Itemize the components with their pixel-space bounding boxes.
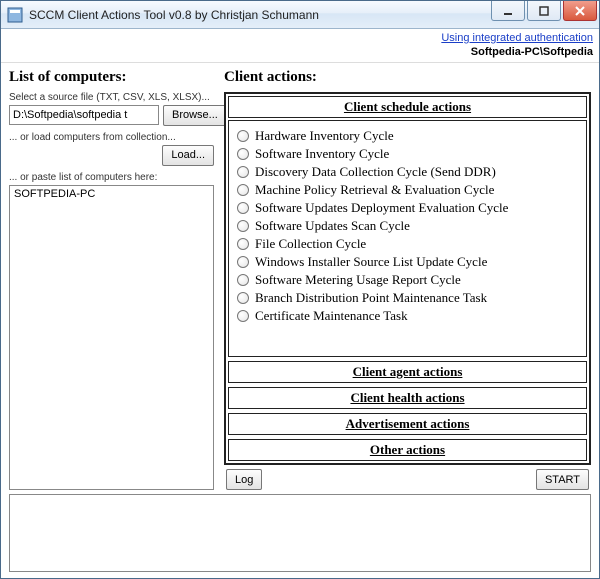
radio-icon bbox=[237, 202, 249, 214]
schedule-option[interactable]: File Collection Cycle bbox=[237, 235, 578, 253]
section-agent-header[interactable]: Client agent actions bbox=[228, 361, 587, 383]
window-buttons bbox=[491, 1, 599, 28]
log-button[interactable]: Log bbox=[226, 469, 262, 490]
actions-frame: Client schedule actions Hardware Invento… bbox=[224, 92, 591, 465]
log-output[interactable] bbox=[9, 494, 591, 572]
app-window: SCCM Client Actions Tool v0.8 by Christj… bbox=[0, 0, 600, 579]
actions-panel: Client actions: Client schedule actions … bbox=[224, 67, 591, 490]
minimize-button[interactable] bbox=[491, 1, 525, 21]
section-health-header[interactable]: Client health actions bbox=[228, 387, 587, 409]
schedule-option[interactable]: Software Metering Usage Report Cycle bbox=[237, 271, 578, 289]
start-button[interactable]: START bbox=[536, 469, 589, 490]
section-other-header[interactable]: Other actions bbox=[228, 439, 587, 461]
source-file-input[interactable] bbox=[9, 105, 159, 125]
close-button[interactable] bbox=[563, 1, 597, 21]
schedule-option-label: Windows Installer Source List Update Cyc… bbox=[255, 254, 487, 270]
schedule-option-label: Branch Distribution Point Maintenance Ta… bbox=[255, 290, 487, 306]
identity-label: Softpedia-PC\Softpedia bbox=[7, 45, 593, 59]
schedule-option[interactable]: Hardware Inventory Cycle bbox=[237, 127, 578, 145]
schedule-option-label: Hardware Inventory Cycle bbox=[255, 128, 394, 144]
browse-button[interactable]: Browse... bbox=[163, 105, 227, 126]
schedule-option[interactable]: Software Inventory Cycle bbox=[237, 145, 578, 163]
window-title: SCCM Client Actions Tool v0.8 by Christj… bbox=[29, 8, 491, 22]
auth-mode-link[interactable]: Using integrated authentication bbox=[441, 32, 593, 44]
maximize-button[interactable] bbox=[527, 1, 561, 21]
paste-label: ... or paste list of computers here: bbox=[9, 172, 214, 183]
schedule-option[interactable]: Machine Policy Retrieval & Evaluation Cy… bbox=[237, 181, 578, 199]
load-button[interactable]: Load... bbox=[162, 145, 214, 166]
source-file-label: Select a source file (TXT, CSV, XLS, XLS… bbox=[9, 92, 214, 103]
radio-icon bbox=[237, 130, 249, 142]
schedule-option-label: Software Updates Deployment Evaluation C… bbox=[255, 200, 508, 216]
section-schedule-body: Hardware Inventory Cycle Software Invento… bbox=[228, 120, 587, 357]
actions-heading: Client actions: bbox=[224, 69, 591, 86]
computers-heading: List of computers: bbox=[9, 69, 214, 86]
radio-icon bbox=[237, 292, 249, 304]
auth-status-bar: Using integrated authentication Softpedi… bbox=[1, 29, 599, 63]
radio-icon bbox=[237, 166, 249, 178]
schedule-option[interactable]: Windows Installer Source List Update Cyc… bbox=[237, 253, 578, 271]
radio-icon bbox=[237, 274, 249, 286]
radio-icon bbox=[237, 184, 249, 196]
schedule-option[interactable]: Software Updates Deployment Evaluation C… bbox=[237, 199, 578, 217]
title-bar: SCCM Client Actions Tool v0.8 by Christj… bbox=[1, 1, 599, 29]
radio-icon bbox=[237, 220, 249, 232]
schedule-option[interactable]: Software Updates Scan Cycle bbox=[237, 217, 578, 235]
radio-icon bbox=[237, 310, 249, 322]
section-schedule-header[interactable]: Client schedule actions bbox=[228, 96, 587, 118]
radio-icon bbox=[237, 256, 249, 268]
computers-panel: List of computers: Select a source file … bbox=[9, 67, 214, 490]
content-area: List of computers: Select a source file … bbox=[1, 63, 599, 578]
schedule-option[interactable]: Branch Distribution Point Maintenance Ta… bbox=[237, 289, 578, 307]
section-advertisement-header[interactable]: Advertisement actions bbox=[228, 413, 587, 435]
schedule-option-label: Discovery Data Collection Cycle (Send DD… bbox=[255, 164, 496, 180]
schedule-option[interactable]: Discovery Data Collection Cycle (Send DD… bbox=[237, 163, 578, 181]
computers-textarea[interactable]: SOFTPEDIA-PC bbox=[9, 185, 214, 490]
schedule-option-label: Machine Policy Retrieval & Evaluation Cy… bbox=[255, 182, 494, 198]
collection-label: ... or load computers from collection... bbox=[9, 132, 214, 143]
schedule-option-label: Software Metering Usage Report Cycle bbox=[255, 272, 461, 288]
schedule-option-label: Certificate Maintenance Task bbox=[255, 308, 408, 324]
radio-icon bbox=[237, 238, 249, 250]
schedule-option-label: Software Inventory Cycle bbox=[255, 146, 389, 162]
schedule-option-label: Software Updates Scan Cycle bbox=[255, 218, 410, 234]
schedule-option[interactable]: Certificate Maintenance Task bbox=[237, 307, 578, 325]
radio-icon bbox=[237, 148, 249, 160]
app-icon bbox=[7, 7, 23, 23]
schedule-option-label: File Collection Cycle bbox=[255, 236, 366, 252]
